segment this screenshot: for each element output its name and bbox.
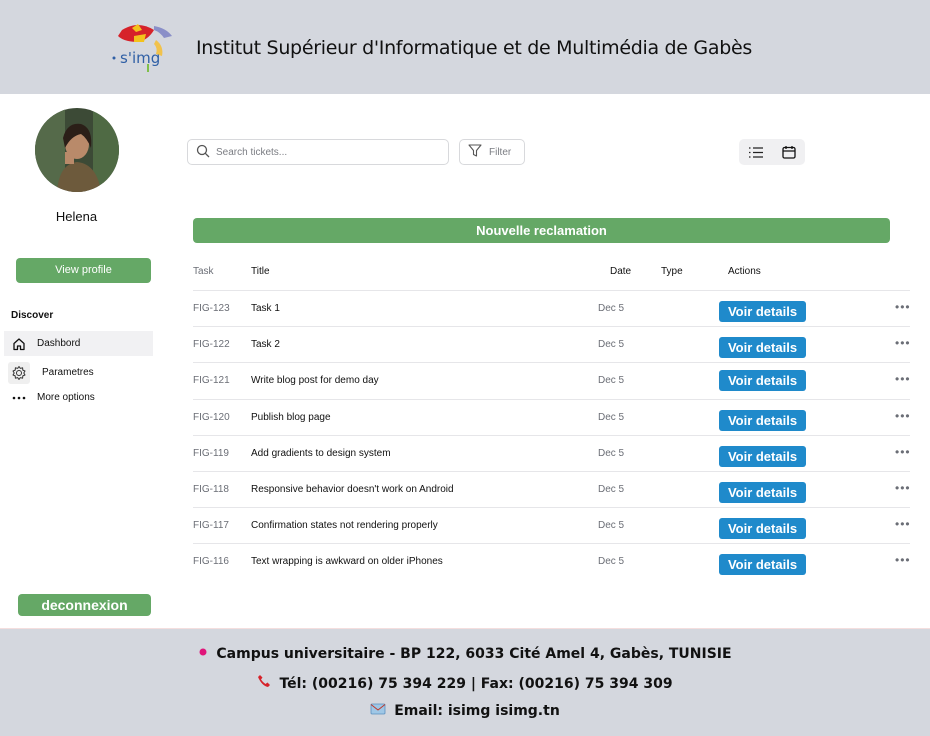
gear-icon (8, 361, 30, 384)
logout-button[interactable]: deconnexion (18, 594, 151, 616)
task-date: Dec 5 (598, 556, 625, 567)
search-icon (196, 144, 216, 161)
view-details-button[interactable]: Voir details (719, 301, 806, 322)
task-id: FIG-119 (193, 448, 229, 459)
sidebar-item-label: More options (37, 392, 95, 403)
task-title: Add gradients to design system (251, 448, 391, 459)
table-row[interactable]: FIG-120 Publish blog page Dec 5 Voir det… (193, 399, 910, 435)
view-details-button[interactable]: Voir details (719, 446, 806, 467)
row-more-icon[interactable]: ••• (895, 372, 911, 386)
list-view-icon[interactable] (739, 139, 772, 165)
table-row[interactable]: FIG-117 Confirmation states not renderin… (193, 507, 910, 543)
phone-icon (257, 674, 271, 692)
table-row[interactable]: FIG-122 Task 2 Dec 5 Voir details ••• (193, 326, 910, 362)
task-id: FIG-120 (193, 412, 230, 423)
email-icon (370, 703, 386, 719)
sidebar-item-parametres[interactable]: Parametres (4, 360, 153, 385)
row-more-icon[interactable]: ••• (895, 409, 911, 423)
sidebar-item-label: Dashbord (37, 338, 81, 349)
header: s'img Institut Supérieur d'Informatique … (0, 0, 930, 94)
column-header-title: Title (251, 266, 270, 277)
column-header-task: Task (193, 266, 214, 277)
view-details-button[interactable]: Voir details (719, 554, 806, 575)
column-header-actions: Actions (728, 266, 761, 277)
task-date: Dec 5 (598, 339, 625, 350)
table-row[interactable]: FIG-119 Add gradients to design system D… (193, 435, 910, 471)
view-details-button[interactable]: Voir details (719, 482, 806, 503)
isimg-logo: s'img (108, 22, 178, 76)
view-toggle (739, 139, 805, 165)
view-details-button[interactable]: Voir details (719, 337, 806, 358)
task-date: Dec 5 (598, 484, 625, 495)
task-title: Text wrapping is awkward on older iPhone… (251, 556, 443, 567)
row-more-icon[interactable]: ••• (895, 517, 911, 531)
task-date: Dec 5 (598, 375, 625, 386)
task-id: FIG-123 (193, 303, 230, 314)
view-details-button[interactable]: Voir details (719, 518, 806, 539)
table-row[interactable]: FIG-118 Responsive behavior doesn't work… (193, 471, 910, 507)
task-id: FIG-121 (193, 375, 230, 386)
task-date: Dec 5 (598, 520, 625, 531)
footer-address: Campus universitaire - BP 122, 6033 Cité… (0, 646, 930, 662)
avatar[interactable] (35, 108, 119, 192)
task-title: Task 1 (251, 303, 280, 314)
new-claim-button[interactable]: Nouvelle reclamation (193, 218, 890, 243)
location-pin-icon (198, 646, 208, 662)
row-more-icon[interactable]: ••• (895, 481, 911, 495)
task-date: Dec 5 (598, 303, 625, 314)
task-title: Publish blog page (251, 412, 331, 423)
task-id: FIG-118 (193, 484, 229, 495)
row-more-icon[interactable]: ••• (895, 553, 911, 567)
task-date: Dec 5 (598, 448, 625, 459)
column-header-type: Type (661, 266, 683, 277)
filter-button[interactable]: Filter (459, 139, 525, 165)
filter-icon (468, 144, 489, 160)
row-more-icon[interactable]: ••• (895, 445, 911, 459)
table-row[interactable]: FIG-121 Write blog post for demo day Dec… (193, 362, 910, 398)
search-placeholder: Search tickets... (216, 146, 288, 158)
sidebar-section-title: Discover (11, 310, 54, 321)
task-title: Responsive behavior doesn't work on Andr… (251, 484, 454, 495)
task-id: FIG-122 (193, 339, 230, 350)
calendar-view-icon[interactable] (772, 139, 805, 165)
footer-email: Email: isimg isimg.tn (0, 703, 930, 719)
task-id: FIG-117 (193, 520, 229, 531)
task-date: Dec 5 (598, 412, 625, 423)
sidebar-item-label: Parametres (42, 367, 94, 378)
table-row[interactable]: FIG-116 Text wrapping is awkward on olde… (193, 543, 910, 579)
view-details-button[interactable]: Voir details (719, 410, 806, 431)
svg-text:s'img: s'img (120, 49, 160, 67)
task-title: Confirmation states not rendering proper… (251, 520, 438, 531)
home-icon (8, 333, 30, 355)
institution-title: Institut Supérieur d'Informatique et de … (196, 37, 752, 59)
table-row[interactable]: FIG-123 Task 1 Dec 5 Voir details ••• (193, 290, 910, 326)
sidebar-item-more-options[interactable]: More options (4, 385, 153, 410)
row-more-icon[interactable]: ••• (895, 300, 911, 314)
footer: Campus universitaire - BP 122, 6033 Cité… (0, 628, 930, 736)
task-title: Write blog post for demo day (251, 375, 379, 386)
username: Helena (55, 209, 98, 224)
view-details-button[interactable]: Voir details (719, 370, 806, 391)
task-title: Task 2 (251, 339, 280, 350)
column-header-date: Date (610, 266, 632, 277)
view-profile-button[interactable]: View profile (16, 258, 151, 283)
search-input[interactable]: Search tickets... (187, 139, 449, 165)
task-id: FIG-116 (193, 556, 229, 567)
footer-phone: Tél: (00216) 75 394 229 | Fax: (00216) 7… (0, 674, 930, 692)
row-more-icon[interactable]: ••• (895, 336, 911, 350)
filter-label: Filter (489, 146, 512, 158)
more-icon (8, 387, 30, 409)
sidebar-item-dashboard[interactable]: Dashbord (4, 331, 153, 356)
